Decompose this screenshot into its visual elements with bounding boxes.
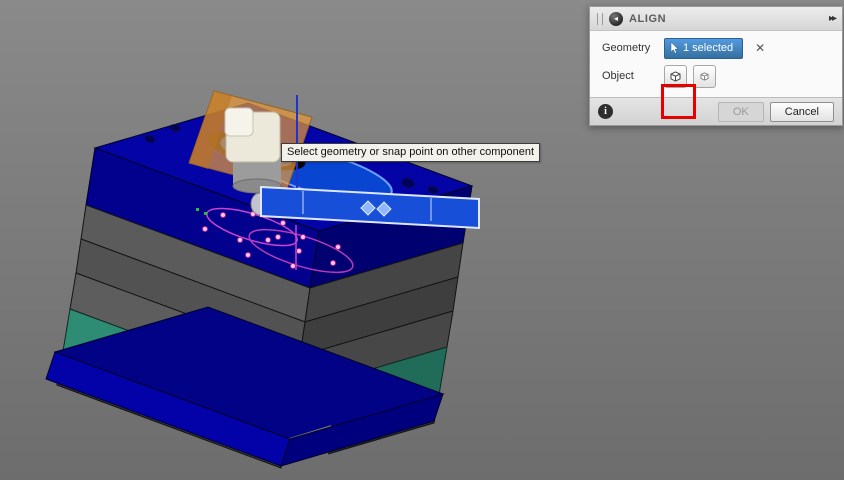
dialog-footer: i OK Cancel: [590, 97, 842, 125]
cursor-tooltip: Select geometry or snap point on other c…: [281, 143, 541, 162]
solid-cube-icon: [670, 70, 681, 82]
object-type-body-button[interactable]: [664, 64, 687, 88]
snap-point-green: [204, 212, 207, 215]
drag-grip-icon[interactable]: [597, 12, 603, 25]
dialog-titlebar[interactable]: ◂ ALIGN ▸▸: [590, 7, 842, 31]
cream-snap-box[interactable]: [224, 107, 281, 163]
dialog-body: Geometry 1 selected ✕ Object: [590, 31, 842, 119]
outline-cube-icon: [700, 71, 709, 81]
align-command-icon: ◂: [609, 11, 623, 26]
object-type-component-button[interactable]: [693, 64, 716, 88]
geometry-selection-button[interactable]: 1 selected: [664, 37, 744, 59]
info-icon[interactable]: i: [598, 104, 613, 119]
geometry-selection-count: 1 selected: [683, 42, 734, 54]
align-dialog: ◂ ALIGN ▸▸ Geometry 1 selected ✕ Object: [589, 6, 843, 126]
cursor-icon: [670, 42, 679, 54]
expand-icon[interactable]: ▸▸: [829, 13, 837, 24]
clear-selection-icon[interactable]: ✕: [755, 41, 765, 55]
geometry-label: Geometry: [602, 42, 651, 54]
geometry-row: Geometry 1 selected ✕: [602, 37, 842, 59]
snap-point-green: [196, 208, 199, 211]
object-label: Object: [602, 70, 634, 82]
dialog-title: ALIGN: [629, 12, 667, 25]
cancel-button[interactable]: Cancel: [769, 101, 834, 122]
ok-button[interactable]: OK: [717, 101, 764, 122]
object-row: Object: [602, 64, 842, 88]
